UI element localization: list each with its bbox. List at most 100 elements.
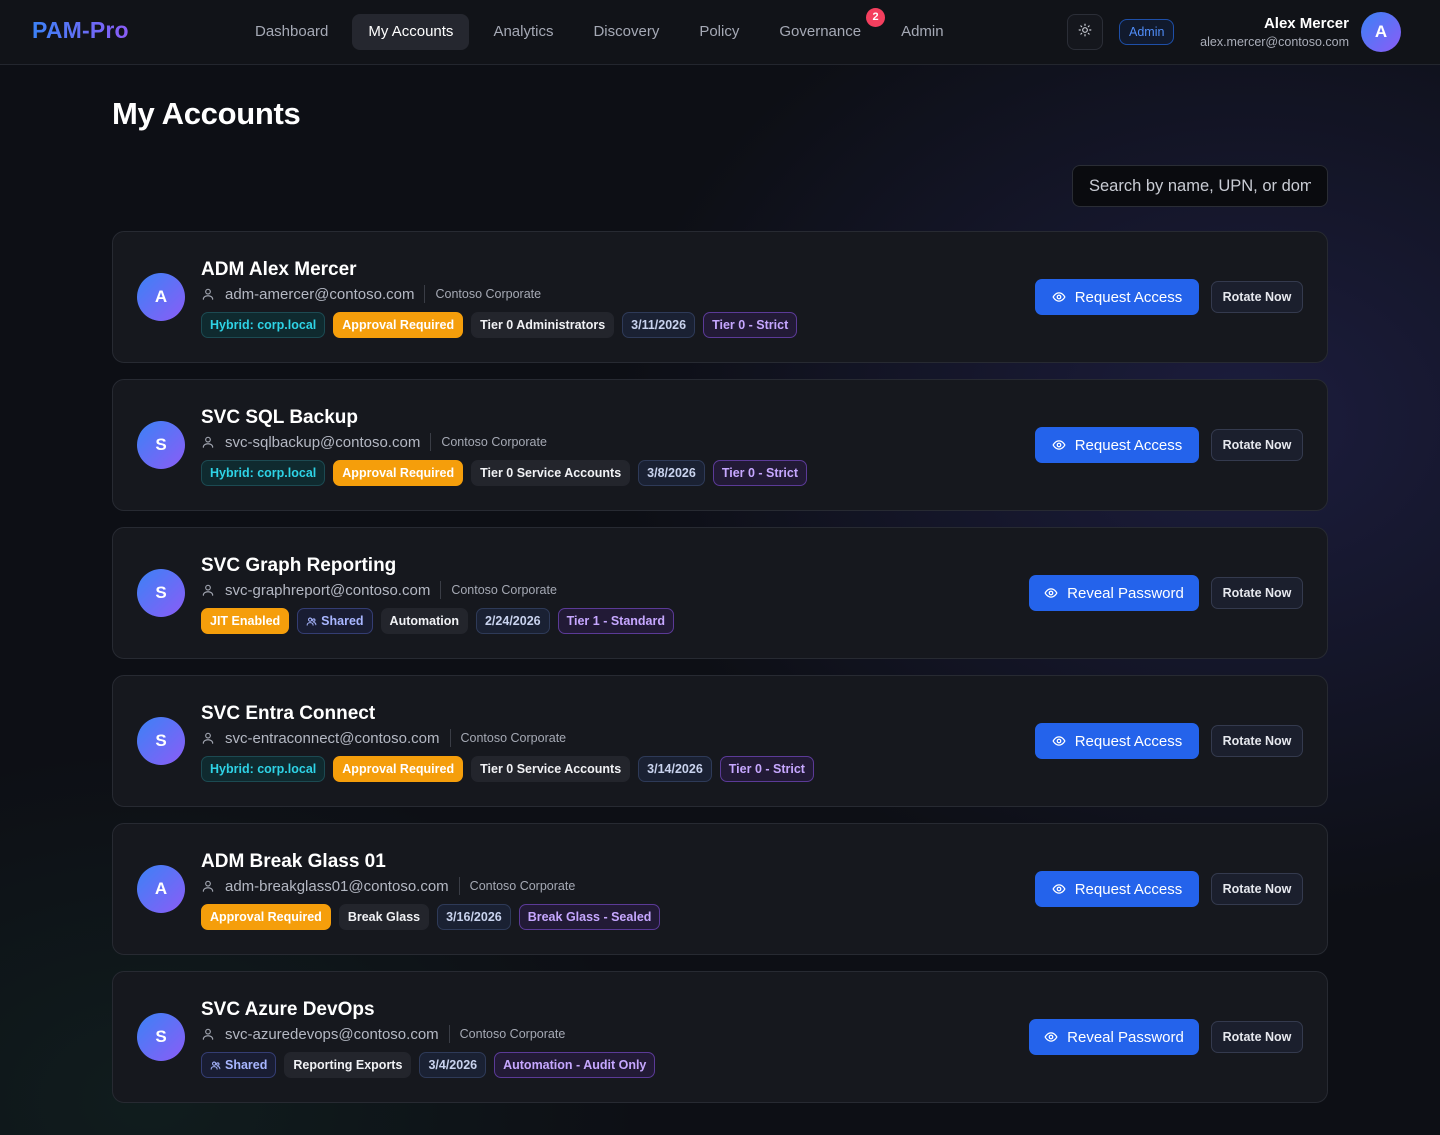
rotate-now-button[interactable]: Rotate Now bbox=[1211, 429, 1303, 461]
tag-label: Reporting Exports bbox=[293, 1058, 403, 1072]
account-meta-row: adm-breakglass01@contoso.com Contoso Cor… bbox=[201, 877, 575, 895]
primary-action-label: Request Access bbox=[1074, 436, 1183, 454]
tag-date: 3/4/2026 bbox=[419, 1052, 487, 1078]
account-meta-row: adm-amercer@contoso.com Contoso Corporat… bbox=[201, 285, 541, 303]
tag-label: Approval Required bbox=[342, 762, 455, 776]
account-org: Contoso Corporate bbox=[441, 435, 547, 449]
account-avatar: A bbox=[137, 273, 185, 321]
account-name: SVC Azure DevOps bbox=[201, 999, 375, 1020]
tag-hybrid: Hybrid: corp.local bbox=[201, 312, 326, 338]
meta-divider bbox=[440, 581, 442, 599]
tag-label: Tier 0 - Strict bbox=[721, 466, 799, 480]
nav-item-analytics[interactable]: Analytics bbox=[477, 14, 569, 50]
account-tags: Hybrid: corp.local Approval Required Tier … bbox=[201, 460, 815, 486]
account-search-input[interactable] bbox=[1072, 165, 1328, 207]
account-avatar: S bbox=[137, 1013, 185, 1061]
account-tags: Approval Required Break Glass 3/16/2026 Bre… bbox=[201, 904, 668, 930]
rotate-now-button[interactable]: Rotate Now bbox=[1211, 281, 1303, 313]
account-card-2: S SVC SQL Backup svc-sqlbackup@contoso.c… bbox=[112, 379, 1328, 511]
tag-label: Approval Required bbox=[210, 910, 322, 924]
user-icon bbox=[201, 879, 215, 893]
user-icon bbox=[201, 435, 215, 449]
tag-label: Shared bbox=[321, 614, 364, 628]
brand-logo[interactable]: PAM-Pro bbox=[32, 17, 129, 44]
rotate-now-button[interactable]: Rotate Now bbox=[1211, 577, 1303, 609]
tag-label: Hybrid: corp.local bbox=[210, 318, 317, 332]
role-chip: Admin bbox=[1119, 19, 1175, 45]
user-name: Alex Mercer bbox=[1263, 15, 1349, 32]
request-access-button[interactable]: Request Access bbox=[1035, 871, 1199, 907]
reveal-password-button[interactable]: Reveal Password bbox=[1029, 1019, 1199, 1055]
sun-icon bbox=[1078, 23, 1092, 42]
eye-icon bbox=[1052, 734, 1066, 748]
tag-label: Tier 0 Service Accounts bbox=[480, 466, 622, 480]
eye-icon bbox=[1052, 438, 1066, 452]
nav-item-my-accounts[interactable]: My Accounts bbox=[352, 14, 470, 50]
nav-item-dashboard[interactable]: Dashboard bbox=[239, 14, 344, 50]
tag-label: 3/16/2026 bbox=[446, 910, 502, 924]
nav-item-policy[interactable]: Policy bbox=[683, 14, 755, 50]
tag-shared: Shared bbox=[201, 1052, 277, 1078]
tag-label: Tier 0 Administrators bbox=[480, 318, 606, 332]
tag-label: 2/24/2026 bbox=[484, 614, 541, 628]
account-upn: adm-amercer@contoso.com bbox=[225, 285, 415, 303]
main-nav: Dashboard My Accounts Analytics Discover… bbox=[239, 8, 968, 50]
account-card-1: A ADM Alex Mercer adm-amercer@contoso.co… bbox=[112, 231, 1328, 363]
tag-label: JIT Enabled bbox=[210, 614, 281, 628]
account-org: Contoso Corporate bbox=[435, 287, 542, 301]
account-meta-row: svc-sqlbackup@contoso.com Contoso Corpor… bbox=[201, 433, 547, 451]
tag-tier: Break Glass - Sealed bbox=[518, 904, 661, 930]
user-icon bbox=[201, 287, 215, 301]
primary-action-label: Reveal Password bbox=[1067, 584, 1184, 602]
tag-label: Approval Required bbox=[342, 318, 455, 332]
tag-date: 3/8/2026 bbox=[638, 460, 705, 486]
tag-group: Break Glass bbox=[338, 904, 430, 930]
tag-hybrid: Hybrid: corp.local bbox=[201, 460, 326, 486]
request-access-button[interactable]: Request Access bbox=[1035, 279, 1199, 315]
theme-toggle-button[interactable] bbox=[1067, 14, 1103, 50]
primary-action-label: Request Access bbox=[1074, 732, 1183, 750]
account-name: SVC Entra Connect bbox=[201, 703, 376, 724]
account-avatar: S bbox=[137, 717, 185, 765]
request-access-button[interactable]: Request Access bbox=[1035, 427, 1199, 463]
tag-label: Tier 1 - Standard bbox=[566, 614, 666, 628]
account-meta-row: svc-entraconnect@contoso.com Contoso Cor… bbox=[201, 729, 566, 747]
account-upn: svc-entraconnect@contoso.com bbox=[225, 729, 440, 747]
tag-label: 3/8/2026 bbox=[647, 466, 696, 480]
account-avatar: S bbox=[137, 421, 185, 469]
account-meta-row: svc-graphreport@contoso.com Contoso Corp… bbox=[201, 581, 557, 599]
reveal-password-button[interactable]: Reveal Password bbox=[1029, 575, 1199, 611]
nav-item-governance[interactable]: Governance 2 bbox=[763, 8, 886, 50]
rotate-now-button[interactable]: Rotate Now bbox=[1211, 1021, 1303, 1053]
tag-group: Reporting Exports bbox=[284, 1052, 412, 1078]
account-org: Contoso Corporate bbox=[451, 583, 557, 597]
meta-divider bbox=[458, 877, 460, 895]
tag-approval: Approval Required bbox=[333, 756, 464, 782]
account-tags: Hybrid: corp.local Approval Required Tier … bbox=[201, 756, 822, 782]
tag-jit: JIT Enabled bbox=[201, 608, 290, 634]
rotate-now-button[interactable]: Rotate Now bbox=[1211, 725, 1303, 757]
nav-item-admin[interactable]: Admin bbox=[885, 14, 960, 50]
account-upn: svc-graphreport@contoso.com bbox=[225, 581, 431, 599]
tag-label: Tier 0 Service Accounts bbox=[480, 762, 622, 776]
user-icon bbox=[201, 1027, 215, 1041]
primary-action-label: Request Access bbox=[1074, 288, 1183, 306]
user-icon bbox=[201, 731, 215, 745]
users-icon bbox=[210, 1060, 221, 1071]
nav-item-discovery[interactable]: Discovery bbox=[577, 14, 675, 50]
eye-icon bbox=[1052, 882, 1066, 896]
primary-action-label: Request Access bbox=[1074, 880, 1183, 898]
account-list: A ADM Alex Mercer adm-amercer@contoso.co… bbox=[112, 231, 1328, 1119]
request-access-button[interactable]: Request Access bbox=[1035, 723, 1199, 759]
governance-count-badge: 2 bbox=[866, 8, 886, 27]
eye-icon bbox=[1044, 1030, 1058, 1044]
tag-label: 3/4/2026 bbox=[428, 1058, 478, 1072]
tag-tier: Automation - Audit Only bbox=[494, 1052, 656, 1078]
rotate-now-button[interactable]: Rotate Now bbox=[1211, 873, 1303, 905]
tag-label: Tier 0 - Strict bbox=[712, 318, 789, 332]
user-avatar[interactable]: A bbox=[1361, 12, 1401, 52]
tag-group: Tier 0 Service Accounts bbox=[471, 756, 631, 782]
tag-tier: Tier 0 - Strict bbox=[703, 312, 798, 338]
account-tags: JIT Enabled Shared Automation 2/24/2026 Tier… bbox=[201, 608, 682, 634]
eye-icon bbox=[1044, 586, 1058, 600]
